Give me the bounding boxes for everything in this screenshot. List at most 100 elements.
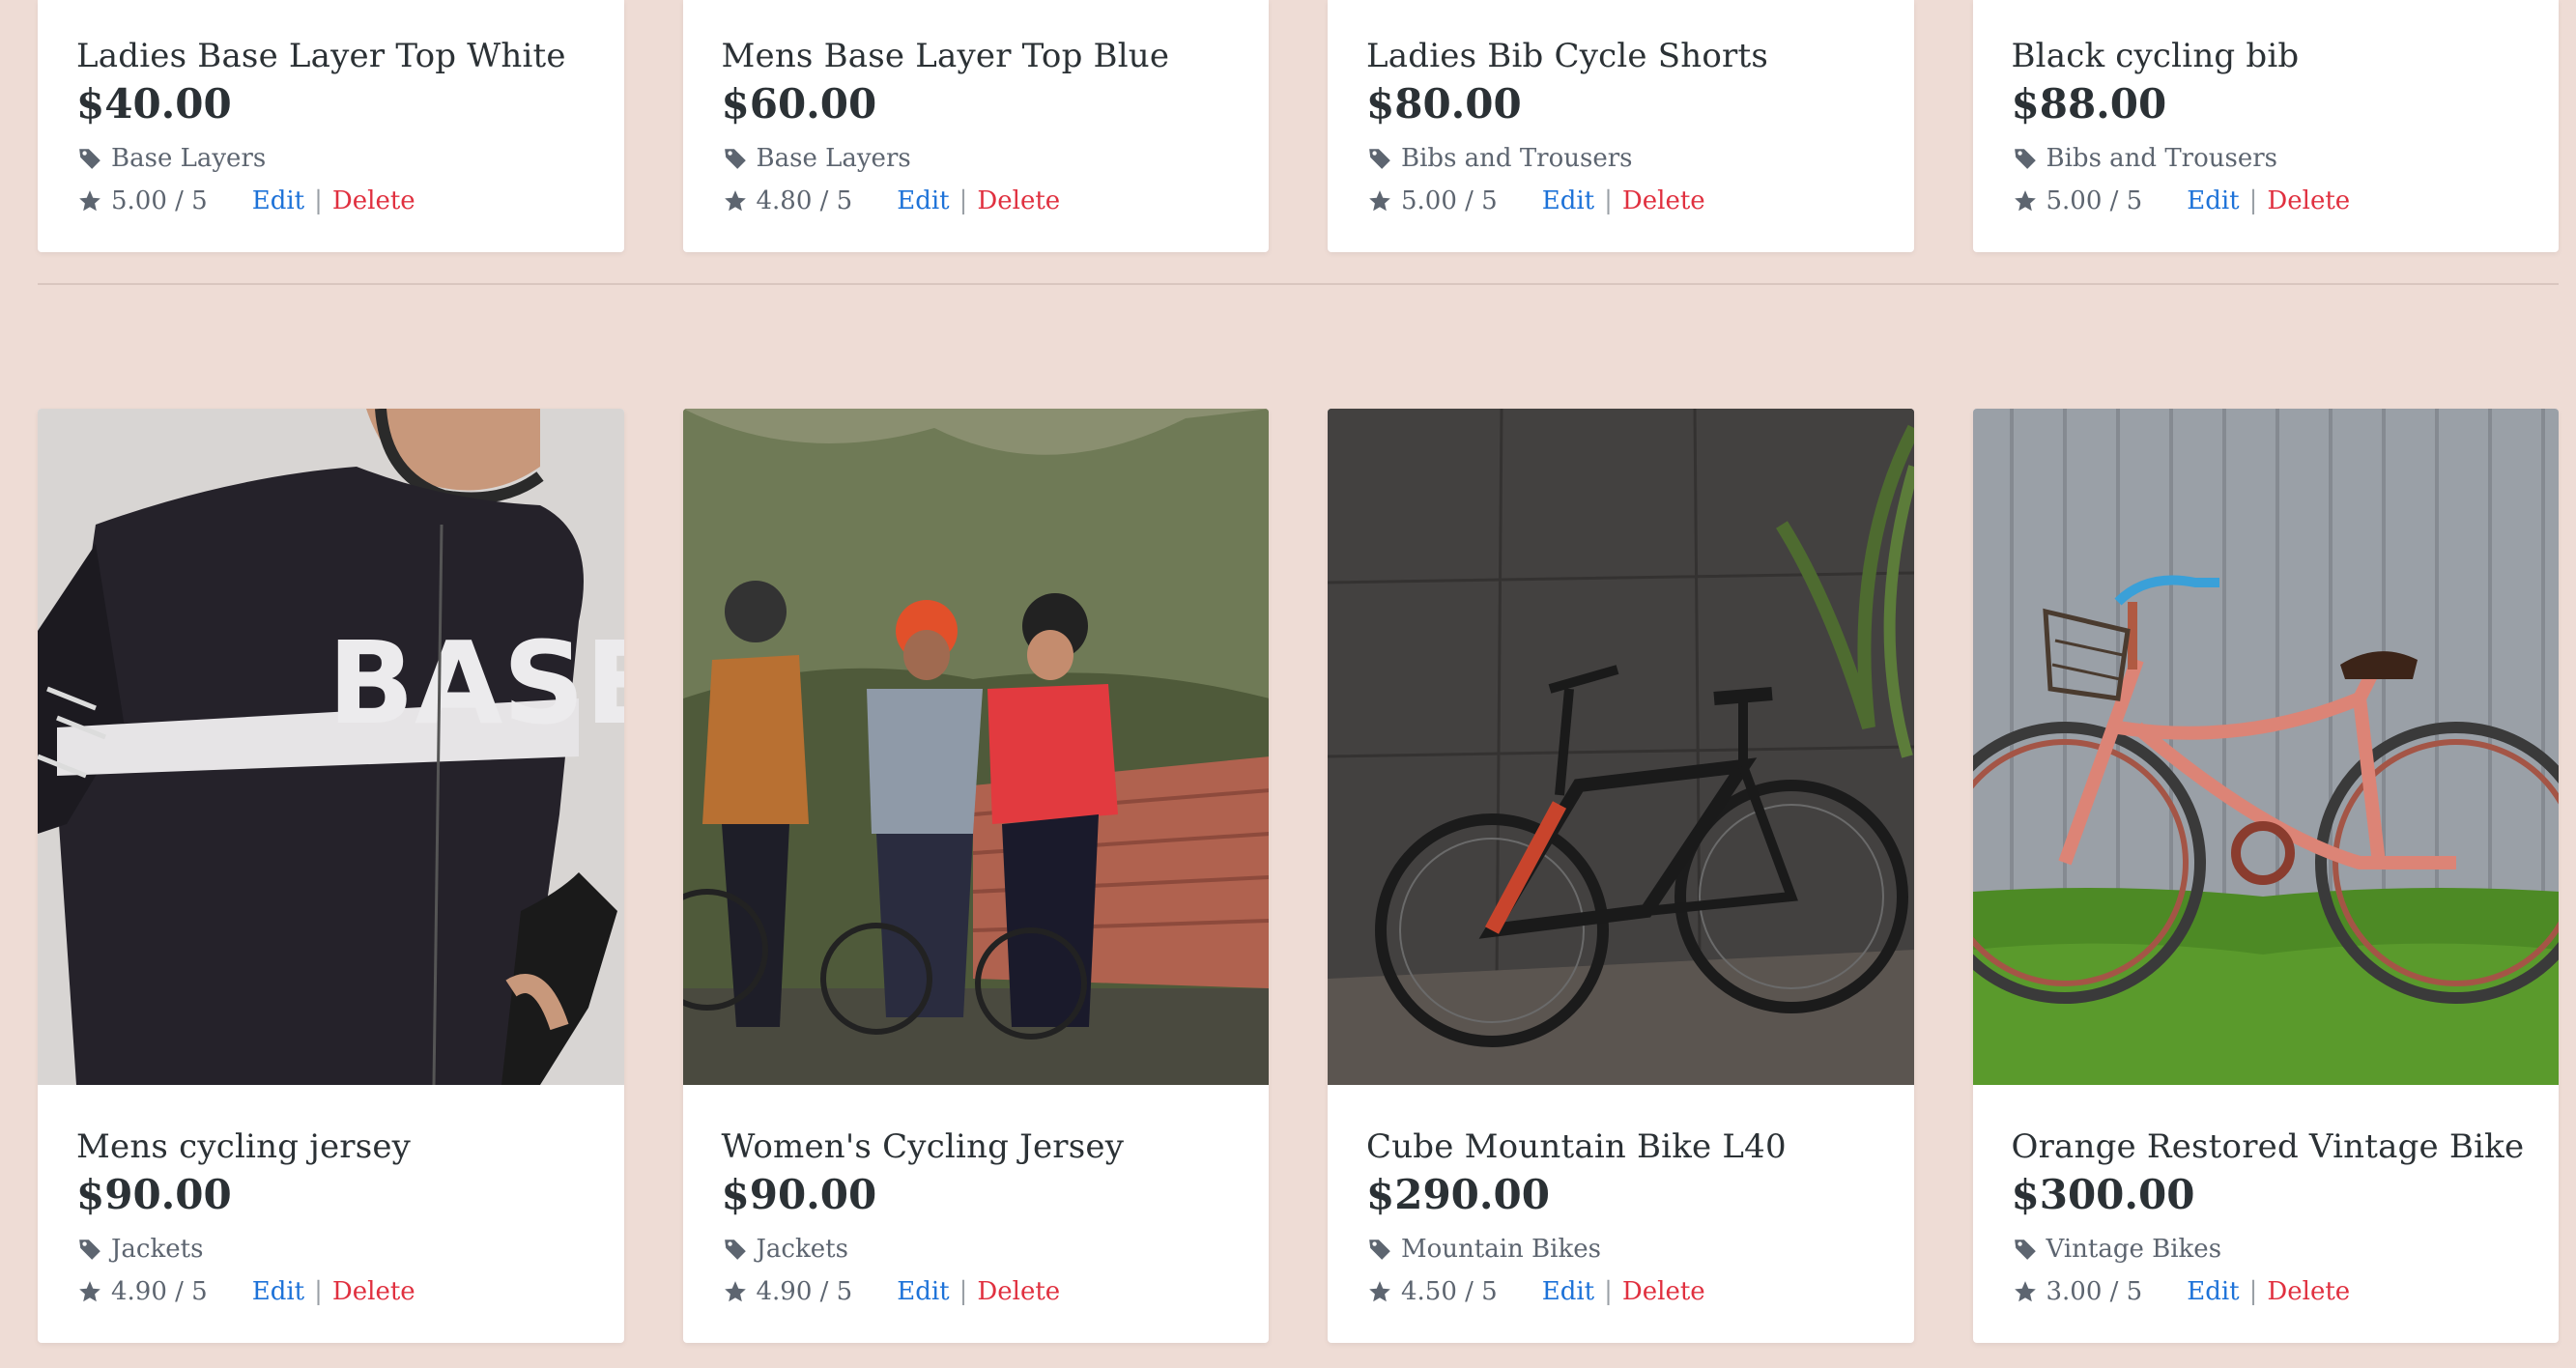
tag-icon	[76, 1236, 103, 1263]
product-title[interactable]: Cube Mountain Bike L40	[1366, 1124, 1885, 1170]
product-rating: 5.00 / 5	[111, 186, 208, 215]
product-list-page: Ladies Base Layer Top White $40.00 Base …	[0, 0, 2576, 1368]
link-separator: |	[2248, 186, 2258, 215]
card-body: Black cycling bib $88.00 Bibs and Trouse…	[2012, 33, 2531, 220]
product-rating: 5.00 / 5	[2046, 186, 2143, 215]
product-category: Bibs and Trousers	[1366, 139, 1885, 178]
tag-icon	[2012, 1236, 2039, 1263]
product-rating: 4.90 / 5	[756, 1277, 853, 1306]
delete-link[interactable]: Delete	[332, 1272, 415, 1311]
category-label: Bibs and Trousers	[1401, 144, 1633, 173]
svg-text:BASE: BASE	[328, 616, 624, 750]
link-separator: |	[314, 1277, 323, 1306]
product-title[interactable]: Orange Restored Vintage Bike	[2012, 1124, 2531, 1170]
product-card: BASE Mens cycling jersey $90.00 Jackets	[38, 409, 624, 1343]
tag-icon	[1366, 145, 1393, 172]
product-meta: 4.80 / 5 Edit | Delete	[722, 182, 1241, 220]
edit-link[interactable]: Edit	[252, 1272, 304, 1311]
product-card: Ladies Base Layer Top White $40.00 Base …	[38, 0, 624, 252]
product-price: $300.00	[2011, 1171, 2195, 1218]
product-rating: 4.50 / 5	[1401, 1277, 1498, 1306]
product-price: $80.00	[1366, 80, 1522, 128]
card-body: Ladies Bib Cycle Shorts $80.00 Bibs and …	[1366, 33, 1885, 220]
category-label: Vintage Bikes	[2046, 1235, 2222, 1264]
product-title[interactable]: Mens Base Layer Top Blue	[722, 33, 1241, 79]
tag-icon	[722, 1236, 749, 1263]
product-title[interactable]: Ladies Base Layer Top White	[76, 33, 595, 79]
delete-link[interactable]: Delete	[1622, 1272, 1705, 1311]
card-body: Mens cycling jersey $90.00 Jackets 4.90 …	[76, 1124, 595, 1311]
cyclists-photo[interactable]	[682, 409, 1269, 1085]
link-separator: |	[959, 1277, 968, 1306]
edit-link[interactable]: Edit	[252, 182, 304, 220]
product-meta: 5.00 / 5 Edit | Delete	[2012, 182, 2531, 220]
product-price: $90.00	[76, 1171, 232, 1218]
edit-link[interactable]: Edit	[2187, 1272, 2239, 1311]
tag-icon	[76, 145, 103, 172]
product-card: Black cycling bib $88.00 Bibs and Trouse…	[1972, 0, 2559, 252]
delete-link[interactable]: Delete	[2267, 182, 2350, 220]
product-card: Women's Cycling Jersey $90.00 Jackets 4.…	[682, 409, 1269, 1343]
star-icon	[1366, 1278, 1393, 1305]
card-body: Women's Cycling Jersey $90.00 Jackets 4.…	[722, 1124, 1241, 1311]
product-card: Mens Base Layer Top Blue $60.00 Base Lay…	[682, 0, 1269, 252]
product-category: Jackets	[722, 1230, 1241, 1268]
category-label: Bibs and Trousers	[2046, 144, 2278, 173]
product-title[interactable]: Women's Cycling Jersey	[722, 1124, 1241, 1170]
star-icon	[76, 187, 103, 214]
product-price: $40.00	[76, 80, 232, 128]
jersey-photo[interactable]: BASE	[38, 409, 624, 1085]
product-category: Base Layers	[76, 139, 595, 178]
card-body: Cube Mountain Bike L40 $290.00 Mountain …	[1366, 1124, 1885, 1311]
product-rating: 4.90 / 5	[111, 1277, 208, 1306]
product-row-bottom: BASE Mens cycling jersey $90.00 Jackets	[38, 409, 2559, 1343]
star-icon	[1366, 187, 1393, 214]
delete-link[interactable]: Delete	[977, 182, 1060, 220]
row-divider	[38, 283, 2559, 285]
product-category: Mountain Bikes	[1366, 1230, 1885, 1268]
category-label: Base Layers	[111, 144, 267, 173]
card-body: Ladies Base Layer Top White $40.00 Base …	[76, 33, 595, 220]
product-category: Vintage Bikes	[2012, 1230, 2531, 1268]
delete-link[interactable]: Delete	[1622, 182, 1705, 220]
product-meta: 5.00 / 5 Edit | Delete	[1366, 182, 1885, 220]
category-label: Jackets	[111, 1235, 204, 1264]
product-category: Jackets	[76, 1230, 595, 1268]
edit-link[interactable]: Edit	[897, 182, 949, 220]
edit-link[interactable]: Edit	[897, 1272, 949, 1311]
product-title[interactable]: Ladies Bib Cycle Shorts	[1366, 33, 1885, 79]
star-icon	[2012, 1278, 2039, 1305]
product-meta: 5.00 / 5 Edit | Delete	[76, 182, 595, 220]
tag-icon	[722, 145, 749, 172]
mountain-bike-photo[interactable]	[1328, 409, 1914, 1085]
star-icon	[722, 187, 749, 214]
vintage-bike-photo[interactable]	[1972, 409, 2559, 1085]
product-meta: 4.50 / 5 Edit | Delete	[1366, 1272, 1885, 1311]
product-category: Bibs and Trousers	[2012, 139, 2531, 178]
delete-link[interactable]: Delete	[332, 182, 415, 220]
edit-link[interactable]: Edit	[2187, 182, 2239, 220]
product-row-top: Ladies Base Layer Top White $40.00 Base …	[38, 0, 2559, 252]
star-icon	[722, 1278, 749, 1305]
product-rating: 3.00 / 5	[2046, 1277, 2143, 1306]
category-label: Mountain Bikes	[1401, 1235, 1601, 1264]
product-meta: 3.00 / 5 Edit | Delete	[2012, 1272, 2531, 1311]
product-rating: 5.00 / 5	[1401, 186, 1498, 215]
tag-icon	[1366, 1236, 1393, 1263]
star-icon	[2012, 187, 2039, 214]
link-separator: |	[1604, 186, 1613, 215]
product-card: Ladies Bib Cycle Shorts $80.00 Bibs and …	[1328, 0, 1914, 252]
product-price: $90.00	[721, 1171, 877, 1218]
link-separator: |	[959, 186, 968, 215]
product-title[interactable]: Black cycling bib	[2012, 33, 2531, 79]
delete-link[interactable]: Delete	[977, 1272, 1060, 1311]
product-card: Orange Restored Vintage Bike $300.00 Vin…	[1972, 409, 2559, 1343]
edit-link[interactable]: Edit	[1542, 1272, 1594, 1311]
product-title[interactable]: Mens cycling jersey	[76, 1124, 595, 1170]
product-card: Cube Mountain Bike L40 $290.00 Mountain …	[1328, 409, 1914, 1343]
product-meta: 4.90 / 5 Edit | Delete	[76, 1272, 595, 1311]
delete-link[interactable]: Delete	[2267, 1272, 2350, 1311]
product-price: $60.00	[721, 80, 877, 128]
edit-link[interactable]: Edit	[1542, 182, 1594, 220]
link-separator: |	[2248, 1277, 2258, 1306]
